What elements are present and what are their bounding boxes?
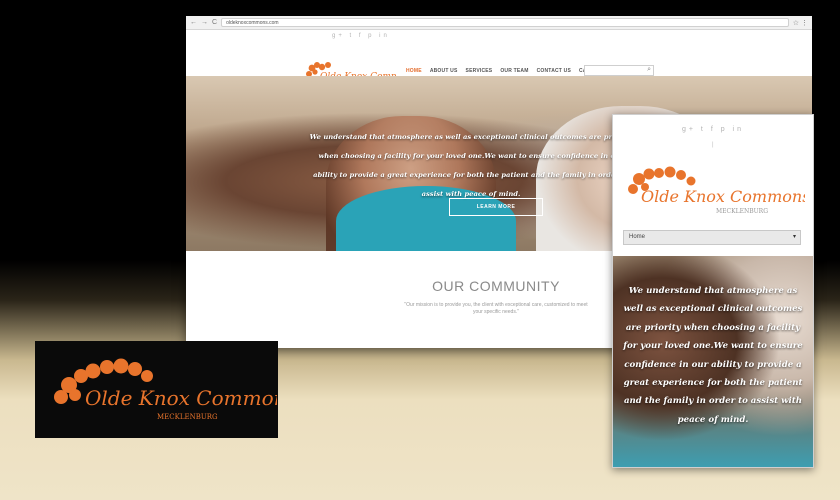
- brand-logo-large: Olde Knox Commons MECKLENBURG: [54, 358, 277, 421]
- mobile-nav-select-value: Home: [629, 234, 646, 240]
- forward-icon[interactable]: →: [201, 19, 208, 26]
- mobile-mockup: g+ t f p in | Olde Knox Commons MECKLENB…: [612, 114, 814, 468]
- browser-toolbar: ← → C oldeknoxcommons.com ☆ ⋮: [186, 16, 812, 30]
- mobile-nav-select[interactable]: Home ▾: [623, 230, 801, 245]
- mobile-hero-text: We understand that atmosphere as well as…: [623, 286, 803, 425]
- mobile-logo-brand-name: Olde Knox Commons: [641, 187, 805, 206]
- card-logo-brand-name: Olde Knox Commons: [85, 386, 277, 410]
- brand-logo-card: Olde Knox Commons MECKLENBURG: [35, 341, 278, 438]
- search-icon[interactable]: ⌕: [647, 66, 651, 74]
- mobile-logo-tagline: MECKLENBURG: [716, 208, 768, 215]
- mobile-hero-banner: We understand that atmosphere as well as…: [613, 256, 813, 467]
- hero-text: We understand that atmosphere as well as…: [309, 133, 633, 198]
- mobile-logo[interactable]: Olde Knox Commons MECKLENBURG: [621, 165, 805, 225]
- address-bar[interactable]: oldeknoxcommons.com: [221, 18, 789, 27]
- social-links[interactable]: g+ t f p in: [332, 33, 390, 39]
- search-input[interactable]: ⌕: [584, 65, 654, 76]
- community-title: OUR COMMUNITY: [432, 278, 560, 294]
- community-text: "Our mission is to provide you, the clie…: [404, 302, 588, 315]
- browser-menu-icon[interactable]: ☆ ⋮: [793, 19, 808, 27]
- chevron-down-icon: ▾: [792, 234, 796, 240]
- card-logo-tagline: MECKLENBURG: [157, 413, 218, 421]
- mobile-separator: |: [712, 142, 714, 148]
- learn-more-button[interactable]: LEARN MORE: [449, 198, 543, 216]
- mobile-social-links[interactable]: g+ t f p in: [613, 126, 813, 133]
- reload-icon[interactable]: C: [212, 19, 217, 26]
- back-icon[interactable]: ←: [190, 19, 197, 26]
